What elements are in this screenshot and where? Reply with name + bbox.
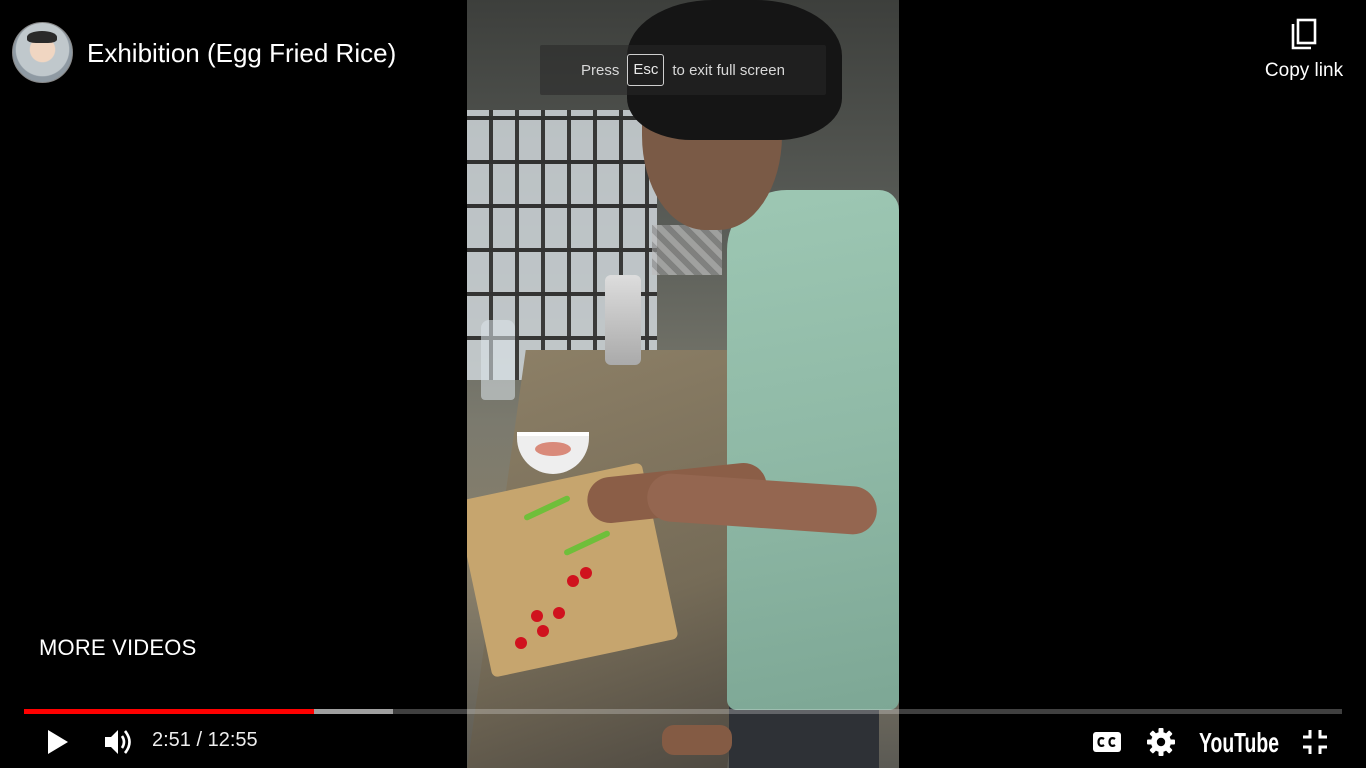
settings-icon xyxy=(1147,728,1175,756)
video-frame[interactable] xyxy=(467,0,899,768)
video-bottle xyxy=(481,320,515,400)
time-current: 2:51 xyxy=(152,729,191,751)
esc-key: Esc xyxy=(627,54,665,86)
play-icon xyxy=(48,730,68,754)
fullscreen-hint-after: to exit full screen xyxy=(672,61,785,79)
progress-bar[interactable] xyxy=(24,709,1342,714)
time-duration: 12:55 xyxy=(207,729,258,751)
progress-played xyxy=(24,709,314,714)
control-bar: 2:51 / 12:55 YouTube xyxy=(0,715,1366,768)
youtube-logo-mark: YouTube xyxy=(1199,727,1279,758)
exit-fullscreen-icon xyxy=(1303,730,1327,754)
channel-avatar[interactable] xyxy=(12,22,73,83)
video-tomato xyxy=(537,625,549,637)
video-wall-tiles xyxy=(652,225,722,275)
exit-fullscreen-button[interactable] xyxy=(1298,725,1332,759)
volume-button[interactable] xyxy=(100,725,138,759)
video-tomato xyxy=(531,610,543,622)
video-tomato xyxy=(553,607,565,619)
copy-icon xyxy=(1291,18,1317,50)
video-tomato xyxy=(515,637,527,649)
fullscreen-hint: Press Esc to exit full screen xyxy=(540,45,826,95)
fullscreen-hint-before: Press xyxy=(581,61,620,79)
video-tomato xyxy=(567,575,579,587)
video-title[interactable]: Exhibition (Egg Fried Rice) xyxy=(87,36,396,70)
video-tomato xyxy=(580,567,592,579)
time-display: 2:51 / 12:55 xyxy=(152,728,258,752)
copy-link-label: Copy link xyxy=(1264,60,1344,81)
video-blender xyxy=(605,275,641,365)
copy-link-button[interactable]: Copy link xyxy=(1254,18,1354,82)
more-videos-button[interactable]: MORE VIDEOS xyxy=(39,634,196,662)
youtube-logo[interactable]: YouTube xyxy=(1196,723,1282,761)
settings-button[interactable] xyxy=(1144,725,1178,759)
volume-icon xyxy=(105,730,131,754)
time-separator: / xyxy=(196,729,203,751)
captions-icon xyxy=(1093,732,1121,752)
captions-button[interactable] xyxy=(1090,727,1124,757)
youtube-logo-text: YouTube xyxy=(1199,727,1279,758)
play-button[interactable] xyxy=(40,725,76,759)
video-person-shirt xyxy=(727,190,899,710)
